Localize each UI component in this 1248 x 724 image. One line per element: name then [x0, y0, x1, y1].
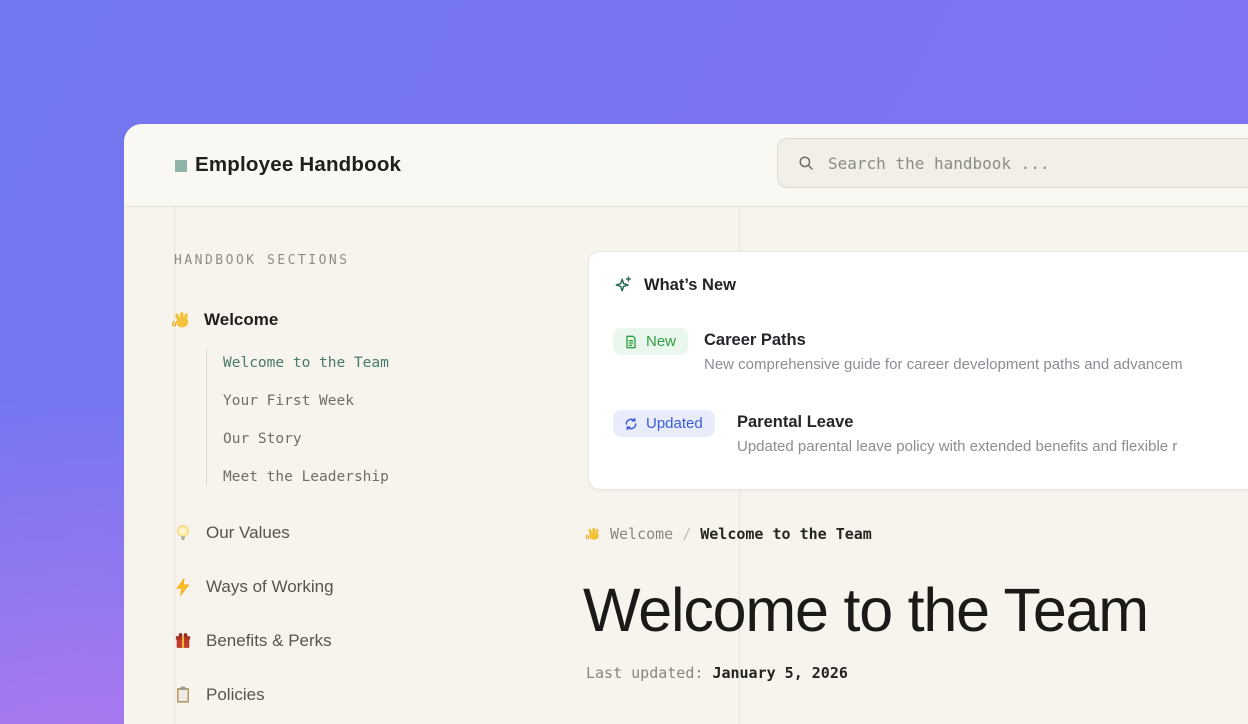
sparkles-icon — [613, 275, 633, 295]
news-item-description: Updated parental leave policy with exten… — [737, 438, 1177, 455]
sidebar-item-label: Policies — [206, 685, 265, 705]
sidebar-item-policies[interactable]: Policies — [173, 685, 265, 705]
handbook-window: Employee Handbook Search the handbook ..… — [124, 124, 1248, 724]
last-updated-value: January 5, 2026 — [712, 664, 847, 682]
news-item-title[interactable]: Parental Leave — [737, 413, 853, 432]
sidebar-item-ways-of-working[interactable]: Ways of Working — [173, 577, 334, 597]
page-title: Welcome to the Team — [583, 575, 1148, 645]
app-logo — [175, 160, 187, 172]
sidebar-item-label: Our Values — [206, 523, 290, 543]
last-updated: Last updated: January 5, 2026 — [586, 664, 848, 682]
sidebar-item-our-values[interactable]: Our Values — [173, 523, 290, 543]
refresh-icon — [623, 416, 639, 432]
sidebar-item-label: Benefits & Perks — [206, 631, 332, 651]
search-placeholder: Search the handbook ... — [828, 154, 1050, 173]
whats-new-header: What’s New — [613, 275, 736, 295]
zap-icon — [173, 577, 193, 597]
sidebar-item-benefits-perks[interactable]: Benefits & Perks — [173, 631, 332, 651]
whats-new-title: What’s New — [644, 276, 736, 295]
wave-icon — [171, 310, 191, 330]
search-icon — [797, 154, 815, 172]
search-input[interactable]: Search the handbook ... — [777, 138, 1248, 188]
app-header: Employee Handbook Search the handbook ..… — [124, 124, 1248, 207]
whats-new-card: What’s New New Career Paths New comprehe… — [588, 251, 1248, 490]
sidebar-heading: HANDBOOK SECTIONS — [174, 253, 350, 268]
sidebar-item-welcome[interactable]: Welcome — [171, 310, 278, 330]
status-badge-updated: Updated — [613, 410, 715, 437]
badge-label: New — [646, 333, 676, 350]
last-updated-label: Last updated: — [586, 664, 703, 682]
sidebar-subitem-welcome-to-the-team[interactable]: Welcome to the Team — [223, 355, 389, 371]
wave-icon — [585, 526, 601, 542]
clipboard-icon — [173, 685, 193, 705]
sidebar-item-label: Ways of Working — [206, 577, 334, 597]
gift-icon — [173, 631, 193, 651]
news-item-title[interactable]: Career Paths — [704, 331, 806, 350]
sidebar-subitem-our-story[interactable]: Our Story — [223, 431, 302, 447]
document-icon — [623, 334, 639, 350]
breadcrumb-separator: / — [682, 525, 691, 543]
breadcrumb-section[interactable]: Welcome — [610, 525, 673, 543]
news-item-description: New comprehensive guide for career devel… — [704, 356, 1183, 373]
bulb-icon — [173, 523, 193, 543]
sidebar-item-label: Welcome — [204, 310, 278, 330]
sidebar-subitem-your-first-week[interactable]: Your First Week — [223, 393, 354, 409]
desktop-background: Employee Handbook Search the handbook ..… — [0, 0, 1248, 724]
status-badge-new: New — [613, 328, 688, 355]
app-title: Employee Handbook — [195, 153, 401, 177]
sidebar-subitem-meet-the-leadership[interactable]: Meet the Leadership — [223, 469, 389, 485]
breadcrumb: Welcome / Welcome to the Team — [585, 525, 872, 543]
sidebar-subsection-rule — [206, 350, 207, 486]
badge-label: Updated — [646, 415, 703, 432]
breadcrumb-page: Welcome to the Team — [700, 525, 872, 543]
